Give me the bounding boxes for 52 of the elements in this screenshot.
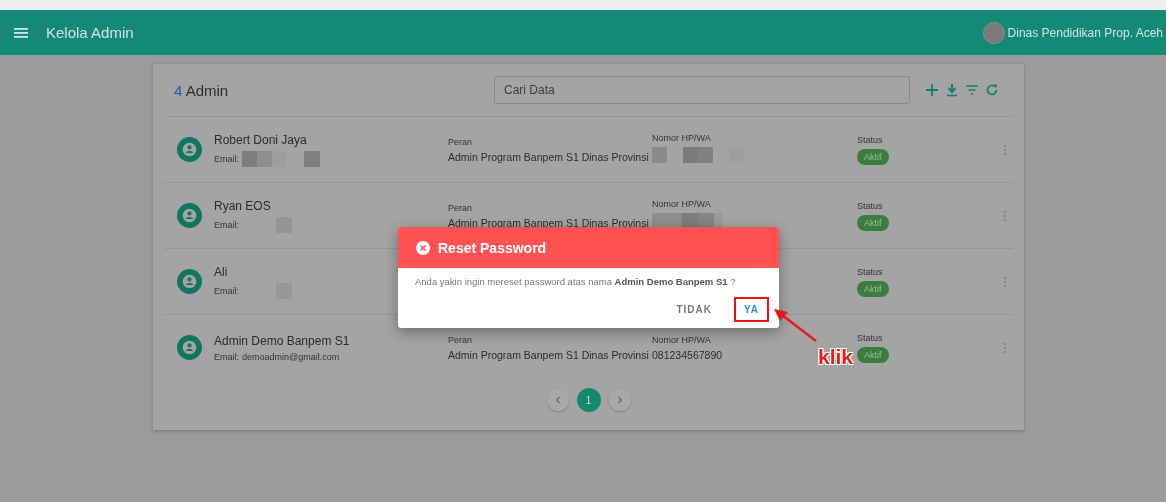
phone-value: 081234567890 [652,348,723,361]
user-avatar-icon [177,335,202,360]
email-label: Email: [214,153,239,164]
next-page-button[interactable] [608,389,631,411]
email-label: Email: [214,351,239,362]
refresh-icon[interactable] [984,82,1000,98]
phone-label: Nomor HP/WA [652,132,712,143]
role-label: Peran [448,202,474,213]
phone-label: Nomor HP/WA [652,198,712,209]
chevron-left-icon [553,396,562,404]
role-value: Admin Program Banpem S1 Dinas Provinsi [448,150,649,163]
error-icon [416,240,430,255]
dialog-button[interactable]: YA [734,297,769,322]
avatar-icon[interactable] [982,21,1005,44]
email-label: Email: [214,219,239,230]
previous-page-button[interactable] [546,389,569,411]
user-avatar-icon [177,203,202,228]
status-label: Status [857,200,884,211]
menu-icon[interactable] [14,26,28,39]
chevron-right-icon [615,396,624,404]
page-title: Kelola Admin [46,24,134,41]
download-icon[interactable] [944,82,960,98]
phone-label: Nomor HP/WA [652,334,712,345]
dialog-message: Anda yakin ingin mereset password atas nama Admin Demo Banpem S1 ? [414,275,737,287]
admin-name: Robert Doni Jaya [214,132,308,147]
admin-count: 4 Admin [174,81,229,99]
status-label: Status [857,134,884,145]
filter-icon[interactable] [964,82,980,98]
role-label: Peran [448,136,474,147]
role-value: Admin Program Banpem S1 Dinas Provinsi [448,216,649,229]
status-label: Status [857,332,884,343]
dialog-title: Reset Password [438,239,547,256]
annotation-label: klik [818,345,854,369]
status-label: Status [857,266,884,277]
email-label: Email: [214,285,239,296]
role-value: Admin Program Banpem S1 Dinas Provinsi [448,348,649,361]
admin-name: Admin Demo Banpem S1 [214,333,351,348]
email-value: demoadmin@gmail.com [242,351,340,362]
admin-name: Ryan EOS [214,198,272,213]
user-avatar-icon [177,137,202,162]
role-label: Peran [448,334,474,345]
status-badge: Aktif [857,280,889,297]
dialog-button[interactable]: TIDAK [666,297,722,322]
status-badge: Aktif [857,148,889,165]
status-badge: Aktif [857,214,889,231]
page-button[interactable]: 1 [576,388,601,412]
search-field[interactable]: Cari Data [494,76,910,104]
account-name[interactable]: Dinas Pendidikan Prop. Aceh [1007,25,1163,40]
admin-name: Ali [214,264,229,279]
plus-icon[interactable] [924,82,940,98]
status-badge: Aktif [857,346,889,363]
user-avatar-icon [177,269,202,294]
